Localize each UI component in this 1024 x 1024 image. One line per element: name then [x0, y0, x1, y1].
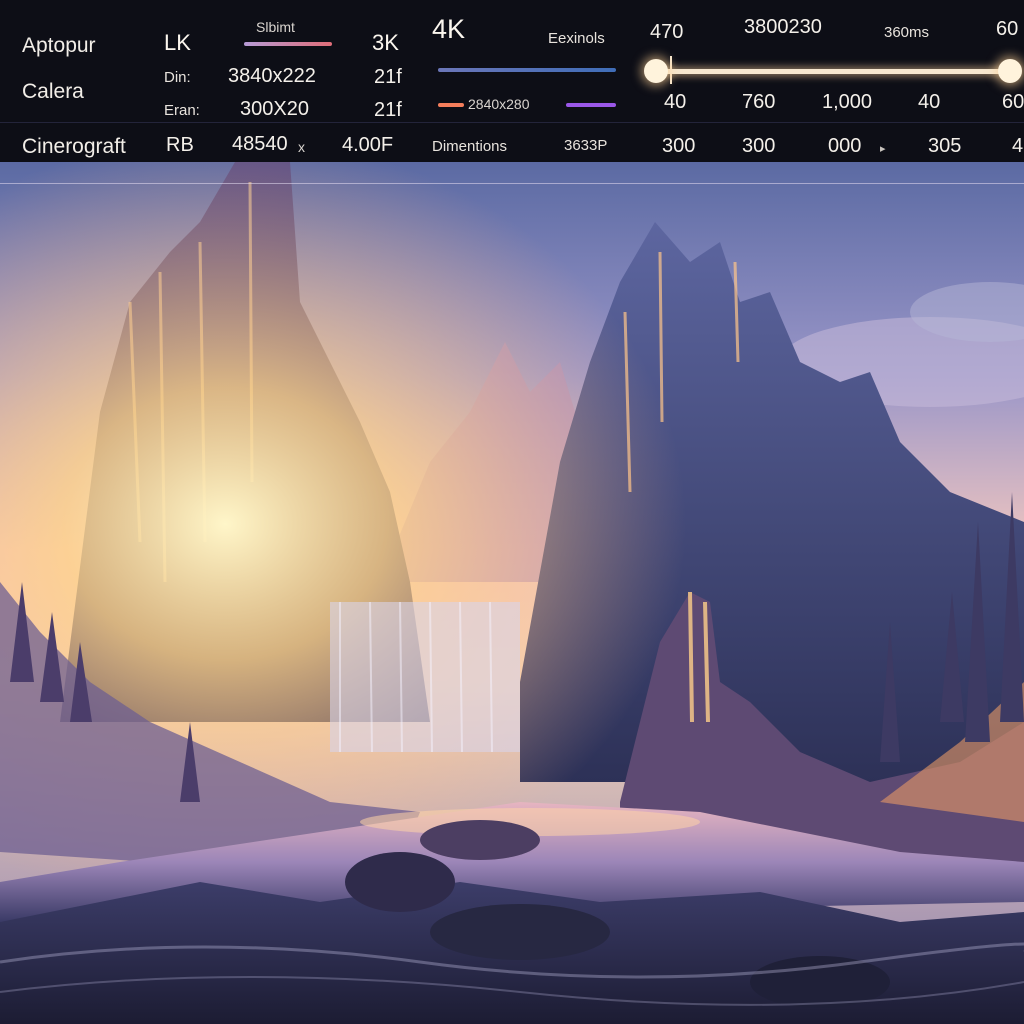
swatch-label-2: 2840x280: [468, 96, 530, 112]
slider-handle-min[interactable]: [644, 59, 668, 83]
slider-bottom-label-5: 60: [1002, 91, 1024, 113]
label-rb: RB: [166, 134, 194, 156]
color-swatch-3-end[interactable]: [566, 103, 616, 107]
label-calera: Calera: [22, 80, 84, 103]
bottom-value-5: 4: [1012, 135, 1024, 157]
value-dimension-2: 300X20: [240, 98, 309, 120]
value-21f-2: 21f: [374, 99, 402, 121]
guide-line: [0, 183, 1024, 184]
color-swatch-1[interactable]: [244, 42, 332, 46]
value-dimension-1: 3840x222: [228, 65, 316, 87]
bottom-value-3: 000: [828, 135, 862, 157]
slider-top-label-4: 60: [996, 18, 1019, 40]
value-3633p: 3633P: [564, 137, 608, 154]
slider-bottom-label-3: 1,000: [822, 91, 873, 113]
slider-bottom-label-1: 40: [664, 91, 687, 113]
label-4k: 4K: [432, 14, 466, 44]
color-swatch-3-start[interactable]: [438, 103, 464, 107]
value-count: 48540: [232, 133, 288, 155]
label-dimentions: Dimentions: [432, 138, 508, 155]
bottom-value-4: 305: [928, 135, 962, 157]
label-3k: 3K: [372, 30, 399, 55]
label-din: Din:: [164, 69, 191, 86]
label-lk: LK: [164, 30, 191, 55]
slider-bottom-label-4: 40: [918, 91, 941, 113]
value-21f-1: 21f: [374, 66, 402, 88]
value-400f: 4.00F: [342, 134, 394, 156]
render-preview: [0, 162, 1024, 1024]
chevron-right-icon[interactable]: ▸: [880, 142, 886, 155]
label-cinerograft: Cinerograft: [22, 135, 126, 158]
slider-handle-max[interactable]: [998, 59, 1022, 83]
panel-divider: [0, 122, 1024, 123]
slider-top-label-1: 470: [650, 21, 684, 43]
color-swatch-2[interactable]: [438, 68, 616, 72]
slider-top-label-3: 360ms: [884, 24, 930, 41]
label-eexinols: Eexinols: [548, 30, 605, 47]
value-count-suffix: x: [298, 139, 305, 155]
label-aptopur: Aptopur: [22, 34, 96, 57]
slider-track[interactable]: [656, 69, 1018, 74]
bottom-value-1: 300: [662, 135, 696, 157]
landscape-render-icon: [0, 162, 1024, 1024]
slider-bottom-label-2: 760: [742, 91, 776, 113]
swatch-label-1: Slbimt: [256, 19, 295, 35]
slider-top-label-2: 3800230: [744, 16, 822, 38]
bottom-value-2: 300: [742, 135, 776, 157]
label-eran: Eran:: [164, 102, 200, 119]
info-panel: Aptopur Calera Cinerograft LK Din: Eran:…: [0, 0, 1024, 162]
